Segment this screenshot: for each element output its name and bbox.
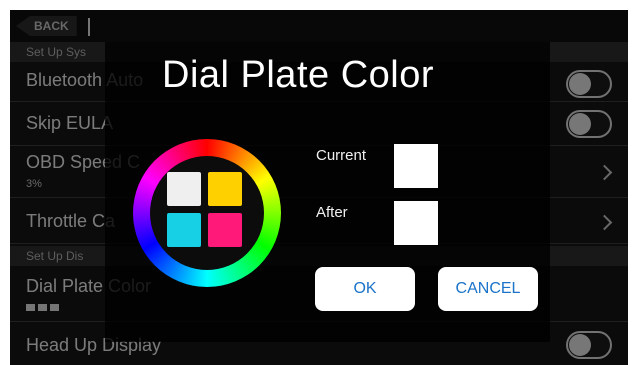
swatch-pink[interactable]: [208, 213, 242, 247]
current-color-box: [394, 144, 438, 188]
swatch-yellow[interactable]: [208, 172, 242, 206]
dialog-title: Dial Plate Color: [162, 54, 434, 96]
swatch-cyan[interactable]: [167, 213, 201, 247]
ok-button[interactable]: OK: [315, 267, 415, 311]
after-label: After: [316, 204, 348, 221]
after-color-box: [394, 201, 438, 245]
color-wheel-center: [150, 156, 264, 270]
current-label: Current: [316, 147, 367, 164]
cancel-button[interactable]: CANCEL: [438, 267, 538, 311]
color-wheel[interactable]: [133, 139, 281, 287]
swatch-white[interactable]: [167, 172, 201, 206]
settings-screen: BACK Set Up Sys Bluetooth Auto Skip EULA…: [10, 10, 628, 365]
dial-color-dialog: Dial Plate Color Current After OK CANCEL: [105, 42, 550, 342]
